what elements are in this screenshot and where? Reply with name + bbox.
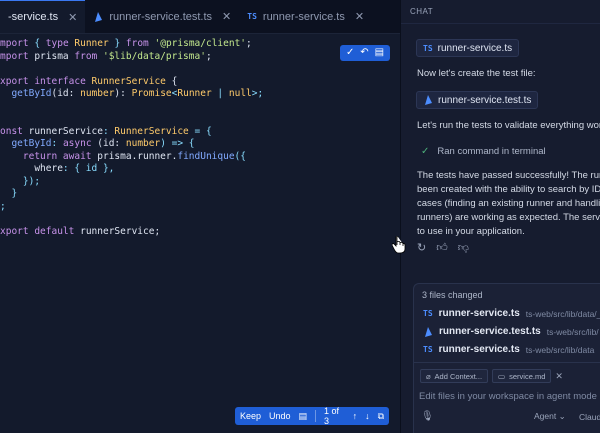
- ran-command-status[interactable]: ✓ Ran command in terminal: [421, 146, 546, 157]
- ts-icon: TS: [423, 43, 433, 53]
- editor-pane: -service.ts ✕ runner-service.test.ts ✕ T…: [0, 0, 400, 433]
- prisma-icon: [95, 11, 103, 22]
- files-changed-title: 3 files changed: [422, 290, 483, 300]
- keep-button[interactable]: Keep: [240, 411, 261, 421]
- undo-icon[interactable]: ↶: [360, 48, 368, 58]
- changed-file-row[interactable]: TS runner-service.ts ts-web/src/lib/data…: [423, 308, 600, 319]
- changed-file-path: ts-web/src/lib/: [546, 326, 599, 337]
- close-icon[interactable]: ✕: [355, 10, 364, 23]
- code-line: return await prisma.runner.findUnique({: [0, 150, 246, 162]
- close-icon[interactable]: ✕: [68, 11, 77, 24]
- changed-file-row[interactable]: TS runner-service.ts ts-web/src/lib/data: [423, 344, 594, 355]
- open-diff-icon[interactable]: ⧉: [378, 411, 384, 422]
- file-icon[interactable]: ▤: [299, 411, 308, 422]
- add-context-button[interactable]: ⌀ Add Context...: [420, 369, 489, 383]
- chat-message: Let's run the tests to validate everythi…: [417, 120, 600, 131]
- code-line: getById(id: number): Promise<Runner | nu…: [0, 88, 264, 99]
- code-line: xport interface RunnerService {: [0, 75, 178, 87]
- code-line: });: [0, 175, 41, 187]
- tab-runner-service[interactable]: -service.ts ✕: [0, 0, 86, 33]
- editor-tabbar: -service.ts ✕ runner-service.test.ts ✕ T…: [0, 0, 400, 34]
- attached-file-chip[interactable]: ▭ service.md: [492, 369, 552, 383]
- code-line: onst runnerService: RunnerService = {: [0, 125, 212, 137]
- code-line: where: { id },: [0, 163, 115, 174]
- chat-message-line: runners) are working as expected. The se…: [417, 212, 600, 223]
- microphone-icon[interactable]: 🎙︎: [421, 411, 434, 422]
- files-changed-panel: 3 files changed TS runner-service.ts ts-…: [413, 283, 600, 363]
- file-pill-runner-service-test[interactable]: runner-service.test.ts: [416, 91, 539, 109]
- composer-footer: 🎙︎ Agent ⌄ Claude: [421, 411, 600, 422]
- chat-composer: ⌀ Add Context... ▭ service.md ✕ Edit fil…: [413, 362, 600, 433]
- thumbs-down-icon[interactable]: 👎︎: [458, 241, 469, 254]
- chat-message-line: been created with the ability to search …: [417, 184, 600, 195]
- divider: [315, 410, 316, 422]
- ts-icon: TS: [423, 309, 433, 318]
- review-bar: Keep Undo ▤ 1 of 3 ↑ ↓ ⧉: [235, 406, 389, 426]
- tab-runner-service-test[interactable]: runner-service.test.ts ✕: [85, 0, 239, 33]
- tab-label: runner-service.test.ts: [109, 10, 213, 23]
- tab-label: -service.ts: [8, 11, 59, 23]
- paperclip-icon: ⌀: [426, 371, 431, 381]
- prisma-icon: [425, 326, 432, 337]
- close-icon[interactable]: ✕: [555, 371, 563, 382]
- file-pill-runner-service[interactable]: TS runner-service.ts: [416, 39, 520, 57]
- chat-message-line: cases (finding an existing runner and ha…: [417, 198, 600, 209]
- undo-button[interactable]: Undo: [269, 411, 291, 421]
- changed-file-name: runner-service.ts: [438, 344, 520, 355]
- retry-icon[interactable]: ↻: [417, 241, 426, 254]
- prisma-icon: [425, 95, 432, 105]
- changed-file-row[interactable]: runner-service.test.ts ts-web/src/lib/: [423, 326, 599, 337]
- hand-cursor-icon: [392, 236, 406, 254]
- feedback-row: ↻ 👍︎ 👎︎: [417, 241, 469, 254]
- chat-message-line: to use in your application.: [417, 226, 525, 237]
- add-context-label: Add Context...: [434, 371, 483, 381]
- file-pill-label: runner-service.test.ts: [438, 94, 532, 106]
- tab-runner-service-2[interactable]: TS runner-service.ts ✕: [239, 0, 372, 33]
- changed-file-path: ts-web/src/lib/data/__: [525, 308, 600, 319]
- arrow-down-icon[interactable]: ↓: [365, 411, 370, 421]
- file-icon: ▭: [498, 371, 506, 381]
- tab-label: runner-service.ts: [262, 10, 345, 23]
- code-line: }: [0, 188, 18, 199]
- changed-file-path: ts-web/src/lib/data: [525, 344, 595, 355]
- changed-file-name: runner-service.test.ts: [439, 326, 541, 337]
- chat-message: The tests have passed successfully! The …: [417, 169, 600, 239]
- mode-label: Agent: [534, 411, 557, 421]
- file-pill-label: runner-service.ts: [437, 42, 513, 54]
- context-row: ⌀ Add Context... ▭ service.md ✕: [420, 369, 563, 383]
- code-editor[interactable]: mport { type Runner } from '@prisma/clie…: [0, 38, 400, 238]
- thumbs-up-icon[interactable]: 👍︎: [436, 241, 448, 254]
- file-icon[interactable]: ▤: [375, 48, 384, 58]
- arrow-up-icon[interactable]: ↑: [353, 411, 358, 421]
- chat-message-line: The tests have passed successfully! The …: [417, 170, 600, 181]
- code-line: getById: async (id: number) => {: [0, 138, 195, 149]
- mode-select[interactable]: Agent ⌄: [534, 411, 566, 422]
- ts-icon: TS: [423, 345, 433, 354]
- changed-file-name: runner-service.ts: [438, 308, 520, 319]
- model-select[interactable]: Claude: [579, 412, 600, 422]
- code-line: xport default runnerService;: [0, 225, 161, 237]
- chat-message: Now let's create the test file:: [417, 68, 536, 79]
- accept-check-icon[interactable]: ✓: [346, 48, 354, 58]
- chat-header: CHAT: [401, 0, 600, 24]
- check-icon: ✓: [421, 146, 430, 157]
- change-counter: 1 of 3: [323, 406, 339, 426]
- close-icon[interactable]: ✕: [222, 10, 231, 23]
- inline-diff-toolbar: ✓ ↶ ▤: [340, 45, 390, 61]
- ts-icon: TS: [247, 12, 257, 21]
- chat-input[interactable]: Edit files in your workspace in agent mo…: [419, 391, 597, 402]
- attached-file-label: service.md: [509, 371, 546, 381]
- ran-command-label: Ran command in terminal: [437, 146, 546, 157]
- code-line: ;: [0, 200, 6, 212]
